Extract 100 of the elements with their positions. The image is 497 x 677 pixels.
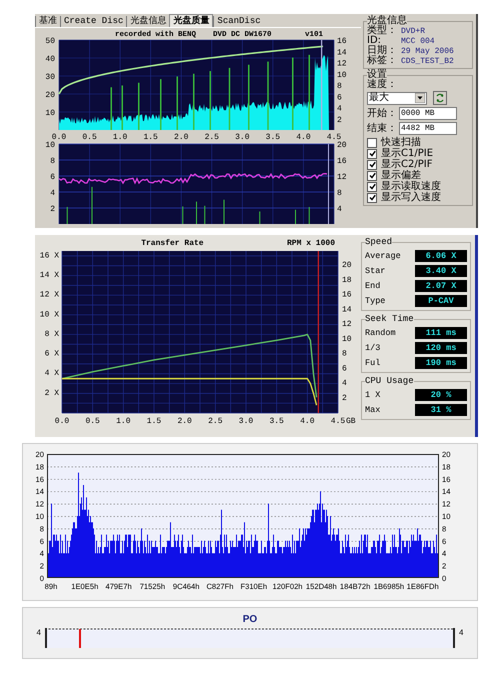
tick-label: 1.5: [146, 417, 162, 426]
tick-label: 6 X: [44, 350, 59, 359]
tick-label: 10: [342, 334, 352, 344]
tick-label: 10: [337, 70, 347, 80]
readout: 2.07 X: [415, 280, 467, 292]
tab[interactable]: 光盘质量: [169, 14, 214, 27]
tick-label: 4: [459, 628, 464, 637]
tick-label: 12: [337, 60, 347, 68]
tick-label: 12: [342, 320, 352, 330]
tick-label: 2 X: [44, 388, 59, 398]
tick-label: 4.5: [326, 133, 342, 140]
caret-icon: [415, 93, 425, 103]
speed-dropdown[interactable]: 最大: [367, 92, 427, 104]
field-value: 29 May 2006: [401, 47, 454, 56]
checkbox-label: 显示C1/PIE: [381, 148, 434, 158]
field-label: ID:: [367, 36, 382, 46]
checkbox[interactable]: [367, 138, 377, 148]
end-field[interactable]: 4482 MB: [399, 122, 457, 135]
tick-label: 1.5: [143, 133, 158, 140]
field-label: 结束：: [367, 124, 397, 134]
field-value: DVD+R: [401, 27, 426, 36]
tick-label: 0.5: [82, 133, 97, 140]
tick-label: 12 X: [40, 290, 59, 300]
checkbox[interactable]: [367, 192, 377, 202]
tick-label: 8: [342, 350, 347, 359]
tick-label: 10: [45, 141, 55, 150]
axis-unit: GB: [346, 417, 356, 426]
chart-title: Transfer Rate: [141, 239, 204, 248]
tab[interactable]: 基准: [35, 16, 60, 27]
tick-label: 2: [342, 394, 347, 403]
field-label: Average: [365, 251, 401, 261]
field-value: CDS_TEST_B2: [401, 57, 454, 66]
tick-label: 4: [36, 628, 41, 637]
readout: 3.40 X: [415, 265, 467, 277]
tick-label: 8: [337, 189, 342, 198]
checkbox[interactable]: [367, 182, 377, 192]
tick-label: 2.0: [177, 417, 192, 426]
tick-label: 20: [45, 91, 55, 100]
tick-label: 4 X: [44, 369, 59, 378]
refresh-button[interactable]: [433, 91, 447, 105]
checkbox-label: 显示写入速度: [381, 192, 441, 202]
tick-label: 8: [337, 82, 342, 91]
tick-label: 3.0: [235, 133, 250, 140]
tick-label: 2: [50, 205, 55, 214]
field-label: 类型：: [367, 26, 397, 36]
tick-label: 4.0: [300, 417, 315, 426]
field-label: Ful: [365, 358, 380, 368]
field-label: 标签：: [367, 56, 397, 66]
tick-label: 2.5: [204, 133, 219, 140]
tick-label: 14: [337, 48, 347, 58]
tick-label: 1.0: [112, 133, 128, 140]
readout: 111 ms: [415, 327, 467, 339]
tick-label: 3.5: [269, 417, 284, 426]
checkbox-label: 显示C2/PIF: [381, 160, 432, 170]
tick-label: 50: [45, 37, 55, 46]
tick-label: 6: [342, 364, 347, 374]
tick-label: 16: [342, 290, 352, 300]
tick-label: 14 X: [40, 271, 59, 280]
field-value: MCC 004: [401, 37, 435, 46]
field-label: Random: [365, 328, 396, 338]
field-label: Max: [365, 405, 380, 415]
tick-label: 14: [342, 305, 352, 314]
readout: 120 ms: [415, 342, 467, 354]
tick-label: 1.0: [116, 417, 131, 426]
tab[interactable]: 光盘信息: [126, 16, 170, 27]
tick-label: 6: [50, 173, 55, 182]
tick-label: 16 X: [40, 251, 59, 260]
tick-label: 4: [50, 189, 55, 198]
tick-label: 4: [337, 205, 342, 214]
tick-label: 4.0: [296, 133, 311, 140]
readout: 31 %: [415, 404, 467, 416]
tick-label: 3.0: [238, 417, 254, 426]
field-label: Star: [365, 266, 386, 276]
checkbox-label: 显示读取速度: [381, 182, 441, 192]
start-field[interactable]: 0000 MB: [399, 107, 457, 120]
tick-label: 6: [337, 93, 342, 102]
checkbox-label: 显示偏差: [381, 170, 421, 180]
group-title: 设置: [367, 70, 387, 80]
tick-label: 2: [337, 116, 342, 125]
group-title: 光盘信息: [367, 16, 407, 26]
field-label: 1 X: [365, 390, 380, 400]
readout: 190 ms: [415, 357, 467, 369]
tick-label: 18: [342, 276, 352, 285]
tick-label: 30: [45, 73, 55, 82]
tick-label: 8 X: [44, 330, 59, 339]
axis-title: RPM x 1000: [286, 239, 335, 248]
field-label: 速度：: [367, 80, 398, 90]
tick-label: 20: [337, 141, 347, 150]
checkbox[interactable]: [367, 148, 377, 158]
field-label: 1/3: [365, 343, 380, 353]
tick-label: 2.5: [208, 417, 223, 426]
field-label: Type: [365, 296, 386, 306]
chart-title: PO: [242, 614, 258, 625]
tick-label: 40: [45, 55, 55, 64]
group-title: Speed: [365, 237, 392, 247]
checkbox[interactable]: [367, 170, 377, 180]
checkbox[interactable]: [367, 160, 377, 170]
readout: 6.06 X: [415, 250, 467, 262]
tick-label: 10: [45, 109, 55, 118]
tick-label: 0.0: [54, 417, 70, 426]
